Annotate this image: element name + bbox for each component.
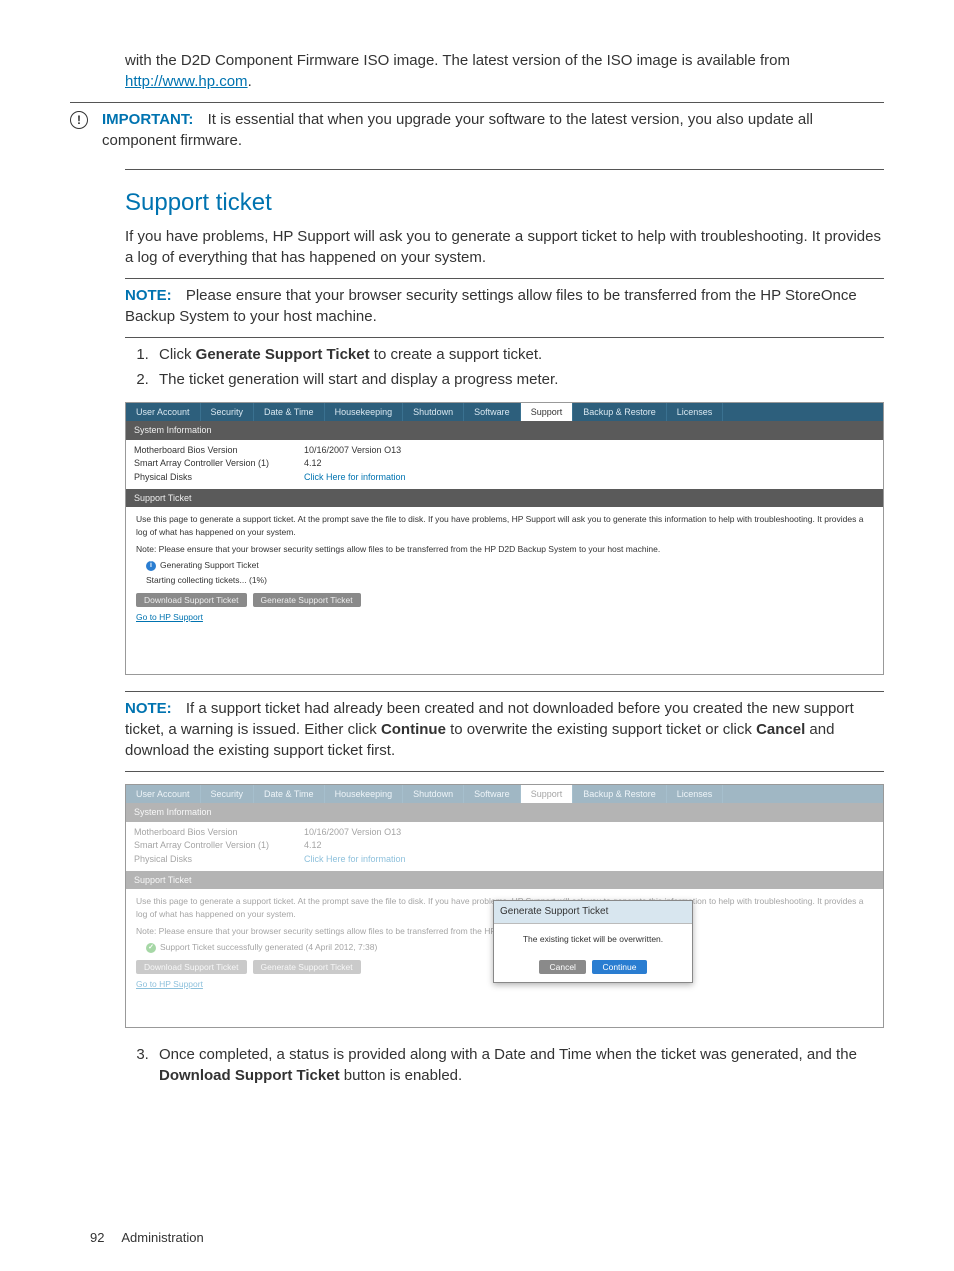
screenshot-2: User Account Security Date & Time Housek…: [125, 784, 884, 1028]
tab: Shutdown: [403, 785, 464, 804]
generate-ticket-button[interactable]: Generate Support Ticket: [253, 593, 361, 607]
tab[interactable]: Security: [201, 403, 255, 422]
download-ticket-button[interactable]: Download Support Ticket: [136, 593, 247, 607]
note-block: NOTE: Please ensure that your browser se…: [125, 285, 884, 327]
section-intro: If you have problems, HP Support will as…: [125, 226, 884, 268]
intro-paragraph: with the D2D Component Firmware ISO imag…: [125, 50, 884, 92]
physical-disks-link[interactable]: Click Here for information: [304, 471, 406, 484]
generate-ticket-button: Generate Support Ticket: [253, 960, 361, 974]
tab: Housekeeping: [325, 785, 404, 804]
go-hp-support-link: Go to HP Support: [136, 979, 203, 989]
section-heading: Support ticket: [125, 186, 884, 220]
separator: [70, 102, 884, 103]
important-text: It is essential that when you upgrade yo…: [102, 111, 813, 149]
separator: [125, 771, 884, 772]
support-ticket-header: Support Ticket: [126, 489, 883, 508]
generating-label: Generating Support Ticket: [160, 559, 259, 572]
step-3: Once completed, a status is provided alo…: [153, 1044, 884, 1086]
tab: User Account: [126, 785, 201, 804]
step-2: The ticket generation will start and dis…: [153, 369, 884, 390]
tab[interactable]: Licenses: [667, 403, 724, 422]
tab[interactable]: Housekeeping: [325, 403, 404, 422]
steps-list-cont: Once completed, a status is provided alo…: [153, 1044, 884, 1086]
ticket-desc: Use this page to generate a support tick…: [136, 513, 873, 539]
go-hp-support-link[interactable]: Go to HP Support: [136, 612, 203, 622]
tab[interactable]: Software: [464, 403, 521, 422]
tab: Licenses: [667, 785, 724, 804]
tab[interactable]: Date & Time: [254, 403, 325, 422]
ticket-note: Note: Please ensure that your browser se…: [136, 543, 873, 556]
overwrite-modal: Generate Support Ticket The existing tic…: [493, 900, 693, 983]
separator: [125, 337, 884, 338]
tab: Software: [464, 785, 521, 804]
page-number: 92: [90, 1230, 104, 1245]
tab-active[interactable]: Support: [521, 403, 574, 422]
tab: Backup & Restore: [573, 785, 667, 804]
note2-block: NOTE: If a support ticket had already be…: [125, 698, 884, 761]
tab-strip: User Account Security Date & Time Housek…: [126, 403, 883, 422]
screenshot-1: User Account Security Date & Time Housek…: [125, 402, 884, 675]
tab[interactable]: User Account: [126, 403, 201, 422]
success-text: Support Ticket successfully generated (4…: [160, 941, 377, 954]
important-block: ! IMPORTANT: It is essential that when y…: [70, 109, 884, 159]
separator: [125, 691, 884, 692]
footer-label: Administration: [121, 1230, 203, 1245]
tab: Date & Time: [254, 785, 325, 804]
download-ticket-button: Download Support Ticket: [136, 960, 247, 974]
cancel-button[interactable]: Cancel: [539, 960, 585, 974]
modal-title: Generate Support Ticket: [494, 901, 692, 924]
separator: [125, 278, 884, 279]
system-info-header: System Information: [126, 421, 883, 440]
steps-list: Click Generate Support Ticket to create …: [153, 344, 884, 390]
success-icon: ✓: [146, 943, 156, 953]
continue-button[interactable]: Continue: [592, 960, 646, 974]
tab[interactable]: Shutdown: [403, 403, 464, 422]
tab[interactable]: Backup & Restore: [573, 403, 667, 422]
important-label: IMPORTANT:: [102, 111, 193, 128]
hp-link[interactable]: http://www.hp.com: [125, 73, 248, 90]
tab-active: Support: [521, 785, 574, 804]
info-icon: i: [146, 561, 156, 571]
tab: Security: [201, 785, 255, 804]
page-footer: 92 Administration: [90, 1229, 204, 1247]
separator: [125, 169, 884, 170]
step-1: Click Generate Support Ticket to create …: [153, 344, 884, 365]
modal-text: The existing ticket will be overwritten.: [494, 924, 692, 956]
alert-icon: !: [70, 111, 88, 129]
progress-text: Starting collecting tickets... (1%): [146, 574, 873, 587]
